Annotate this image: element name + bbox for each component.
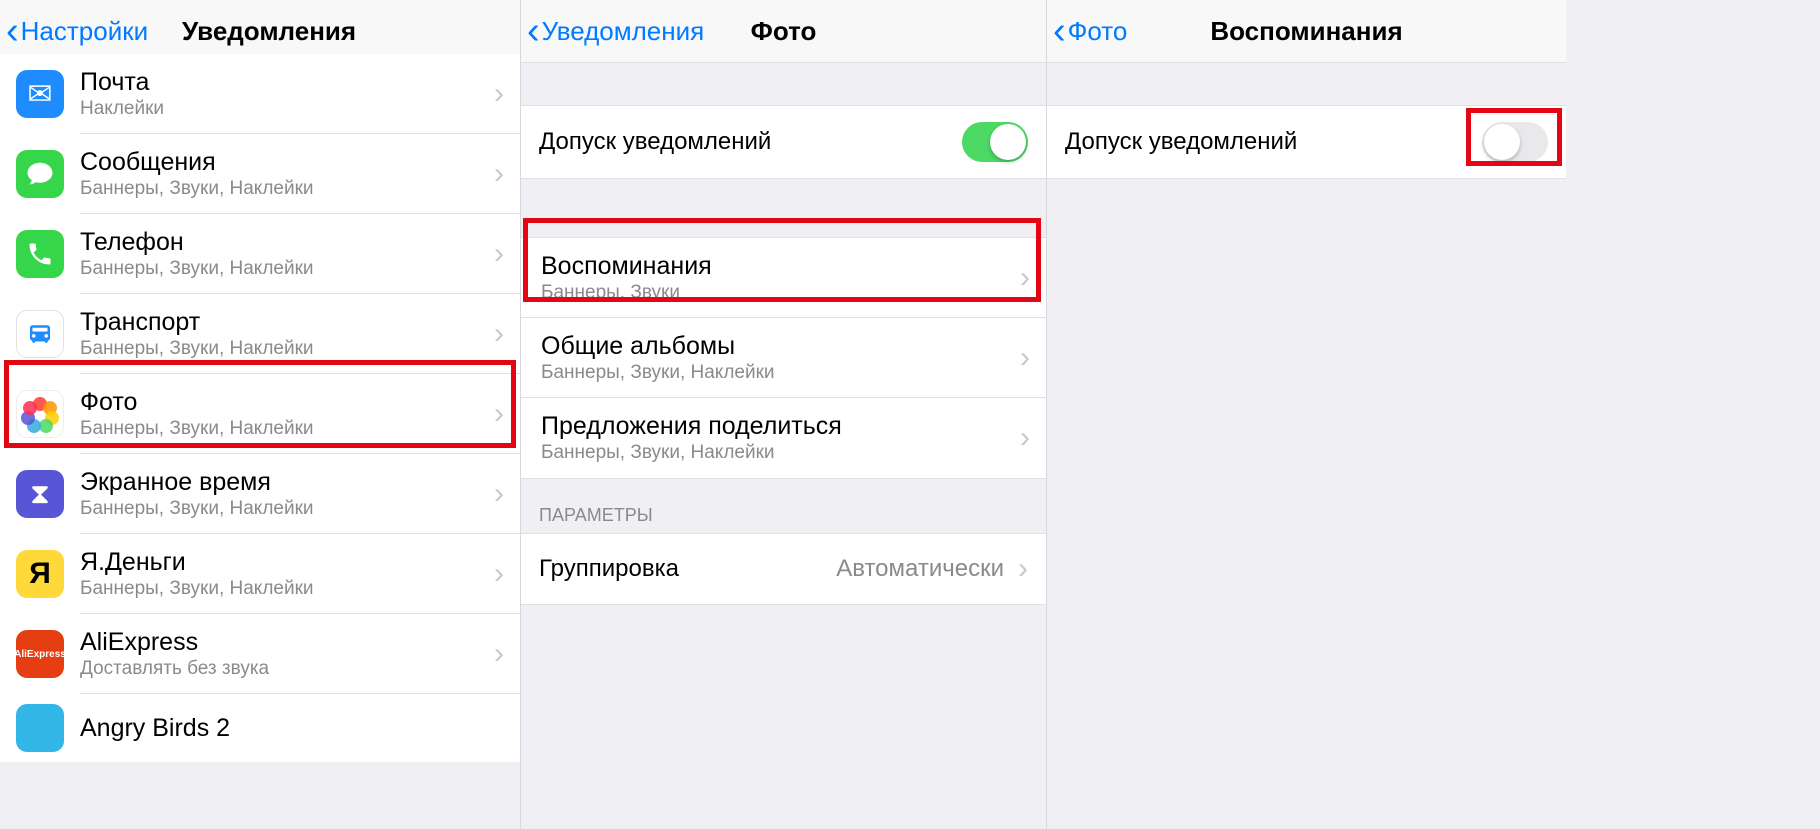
back-button[interactable]: ‹ Фото	[1047, 12, 1127, 50]
navbar: ‹ Настройки Уведомления	[0, 0, 520, 62]
row-label: Почта	[80, 68, 486, 97]
app-row-angrybirds[interactable]: Angry Birds 2	[0, 694, 520, 762]
section-gap	[521, 178, 1046, 238]
chevron-left-icon: ‹	[6, 12, 19, 50]
back-label: Настройки	[21, 16, 149, 47]
row-label: Фото	[80, 388, 486, 417]
photo-subsections: Воспоминания Баннеры, Звуки › Общие альб…	[521, 238, 1046, 478]
row-sub: Баннеры, Звуки, Наклейки	[80, 338, 486, 360]
app-row-screentime[interactable]: ⧗ Экранное время Баннеры, Звуки, Наклейк…	[0, 454, 520, 534]
chevron-right-icon: ›	[1012, 341, 1030, 375]
chevron-right-icon: ›	[486, 317, 504, 351]
panel-notifications: ‹ Настройки Уведомления ✉ Почта Наклейки…	[0, 0, 520, 829]
panel-photo-settings: ‹ Уведомления Фото Допуск уведомлений Во…	[520, 0, 1046, 829]
allow-notifications-row: Допуск уведомлений	[1047, 106, 1566, 178]
photos-icon	[16, 390, 64, 438]
row-sub: Баннеры, Звуки, Наклейки	[80, 258, 486, 280]
row-sub: Баннеры, Звуки, Наклейки	[80, 178, 486, 200]
section-gap	[1047, 62, 1566, 106]
row-sub: Доставлять без звука	[80, 658, 486, 680]
row-value: Автоматически	[836, 555, 1010, 583]
row-grouping[interactable]: Группировка Автоматически ›	[521, 534, 1046, 604]
section-header: ПАРАМЕТРЫ	[521, 478, 1046, 534]
row-label: AliExpress	[80, 628, 486, 657]
row-label: Телефон	[80, 228, 486, 257]
back-label: Уведомления	[542, 16, 705, 47]
angrybirds-icon	[16, 704, 64, 752]
yadengi-icon: Я	[16, 550, 64, 598]
allow-toggle[interactable]	[962, 122, 1028, 162]
row-sharing-suggestions[interactable]: Предложения поделиться Баннеры, Звуки, Н…	[521, 398, 1046, 478]
chevron-right-icon: ›	[486, 397, 504, 431]
row-label: Angry Birds 2	[80, 714, 504, 743]
row-sub: Наклейки	[80, 98, 486, 120]
row-label: Сообщения	[80, 148, 486, 177]
panel-memories: ‹ Фото Воспоминания Допуск уведомлений	[1046, 0, 1566, 829]
section-gap	[521, 62, 1046, 106]
back-button[interactable]: ‹ Настройки	[0, 12, 148, 50]
allow-label: Допуск уведомлений	[1065, 128, 1482, 156]
chevron-right-icon: ›	[486, 637, 504, 671]
chevron-right-icon: ›	[1012, 421, 1030, 455]
allow-notifications-row: Допуск уведомлений	[521, 106, 1046, 178]
mail-icon: ✉	[16, 70, 64, 118]
allow-toggle[interactable]	[1482, 122, 1548, 162]
navbar: ‹ Уведомления Фото	[521, 0, 1046, 62]
back-button[interactable]: ‹ Уведомления	[521, 12, 704, 50]
row-shared-albums[interactable]: Общие альбомы Баннеры, Звуки, Наклейки ›	[521, 318, 1046, 398]
navbar: ‹ Фото Воспоминания	[1047, 0, 1566, 62]
back-label: Фото	[1068, 16, 1128, 47]
app-row-aliexpress[interactable]: AliExpress AliExpress Доставлять без зву…	[0, 614, 520, 694]
row-sub: Баннеры, Звуки, Наклейки	[80, 498, 486, 520]
screentime-icon: ⧗	[16, 470, 64, 518]
chevron-right-icon: ›	[1012, 261, 1030, 295]
app-row-messages[interactable]: Сообщения Баннеры, Звуки, Наклейки ›	[0, 134, 520, 214]
app-row-transport[interactable]: Транспорт Баннеры, Звуки, Наклейки ›	[0, 294, 520, 374]
row-label: Экранное время	[80, 468, 486, 497]
app-row-mail[interactable]: ✉ Почта Наклейки ›	[0, 54, 520, 134]
chevron-right-icon: ›	[486, 77, 504, 111]
chevron-left-icon: ‹	[527, 12, 540, 50]
row-label: Воспоминания	[541, 252, 1012, 281]
row-label: Общие альбомы	[541, 332, 1012, 361]
row-label: Группировка	[539, 555, 836, 583]
chevron-right-icon: ›	[486, 477, 504, 511]
row-sub: Баннеры, Звуки, Наклейки	[541, 362, 1012, 384]
chevron-right-icon: ›	[486, 157, 504, 191]
row-sub: Баннеры, Звуки, Наклейки	[541, 442, 1012, 464]
phone-icon	[16, 230, 64, 278]
row-label: Транспорт	[80, 308, 486, 337]
messages-icon	[16, 150, 64, 198]
chevron-left-icon: ‹	[1053, 12, 1066, 50]
app-row-photos[interactable]: Фото Баннеры, Звуки, Наклейки ›	[0, 374, 520, 454]
row-label: Я.Деньги	[80, 548, 486, 577]
row-memories[interactable]: Воспоминания Баннеры, Звуки ›	[521, 238, 1046, 318]
chevron-right-icon: ›	[486, 237, 504, 271]
row-sub: Баннеры, Звуки	[541, 282, 1012, 304]
app-list: ✉ Почта Наклейки › Сообщения Баннеры, Зв…	[0, 54, 520, 762]
app-row-phone[interactable]: Телефон Баннеры, Звуки, Наклейки ›	[0, 214, 520, 294]
chevron-right-icon: ›	[1010, 552, 1028, 586]
allow-label: Допуск уведомлений	[539, 128, 962, 156]
row-label: Предложения поделиться	[541, 412, 1012, 441]
transport-icon	[16, 310, 64, 358]
app-row-yadengi[interactable]: Я Я.Деньги Баннеры, Звуки, Наклейки ›	[0, 534, 520, 614]
chevron-right-icon: ›	[486, 557, 504, 591]
row-sub: Баннеры, Звуки, Наклейки	[80, 418, 486, 440]
row-sub: Баннеры, Звуки, Наклейки	[80, 578, 486, 600]
aliexpress-icon: AliExpress	[16, 630, 64, 678]
